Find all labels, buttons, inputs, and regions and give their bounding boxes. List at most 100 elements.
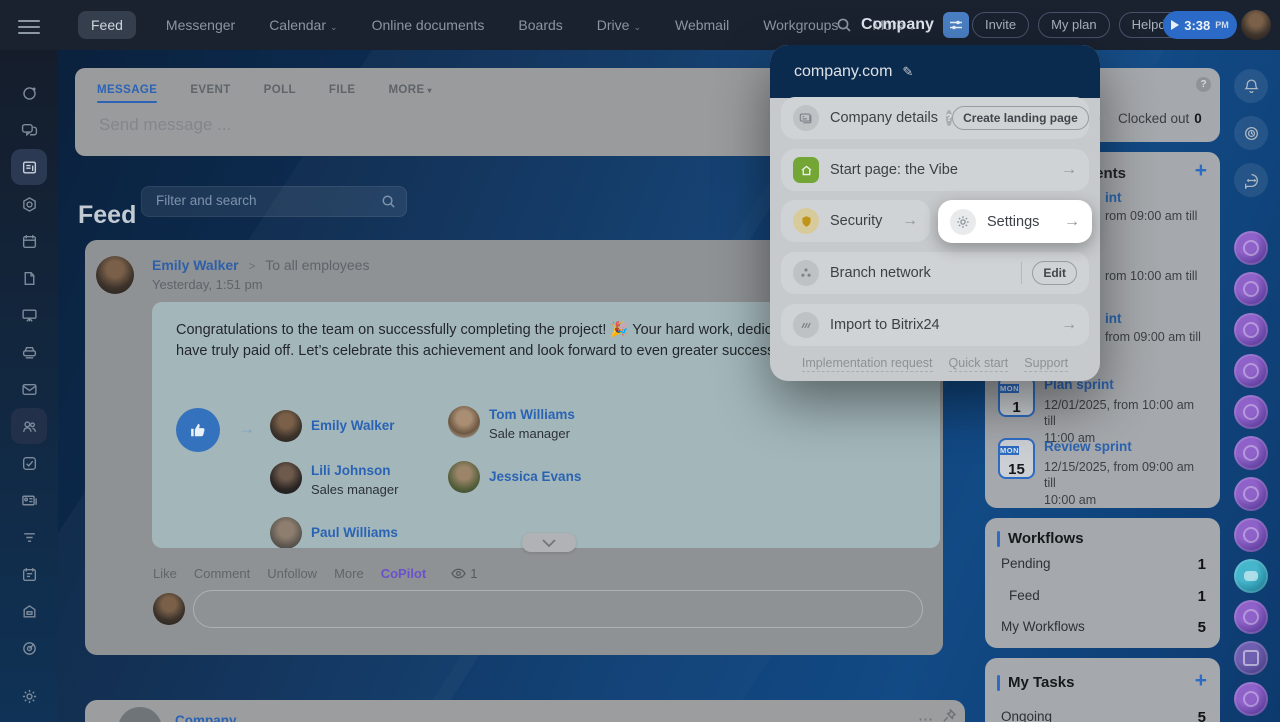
notifications-bell-icon[interactable] xyxy=(1234,69,1268,103)
add-task-button[interactable]: + xyxy=(1195,669,1207,693)
composer-tab-file[interactable]: FILE xyxy=(329,84,356,103)
sidebar-item-tasks[interactable] xyxy=(11,445,47,481)
more-options-icon[interactable]: ⋯ xyxy=(918,710,934,722)
liker-name[interactable]: Tom Williams xyxy=(489,407,575,422)
next-feed-post[interactable]: Company ⋯ xyxy=(85,700,965,722)
copilot-orb-icon[interactable] xyxy=(1234,518,1268,552)
search-query-text[interactable]: Company xyxy=(861,16,934,34)
copilot-orb-icon[interactable] xyxy=(1234,682,1268,716)
composer-tab-poll[interactable]: POLL xyxy=(264,84,296,103)
search-filter-button[interactable] xyxy=(943,12,969,38)
quick-start-link[interactable]: Quick start xyxy=(949,356,1009,372)
pin-icon[interactable] xyxy=(943,709,956,722)
event-item[interactable]: MON 15 Review sprint 12/15/2025, from 09… xyxy=(998,438,1204,508)
sidebar-item-boards[interactable] xyxy=(11,297,47,333)
time-tracker-button[interactable]: 3:38 PM xyxy=(1163,11,1237,39)
hamburger-menu-icon[interactable] xyxy=(18,16,40,32)
liker-name[interactable]: Emily Walker xyxy=(311,418,395,433)
post-author-link[interactable]: Company xyxy=(175,713,237,722)
sidebar-item-sales-funnel[interactable] xyxy=(11,519,47,555)
liker-item[interactable]: Tom Williams Sale manager xyxy=(448,406,581,441)
menu-item-settings[interactable]: Settings → xyxy=(938,200,1092,243)
add-event-button[interactable]: + xyxy=(1195,159,1207,183)
workflow-row[interactable]: Feed1 xyxy=(1009,588,1206,605)
event-title[interactable]: Review sprint xyxy=(1044,439,1132,454)
task-row[interactable]: Ongoing5 xyxy=(1001,709,1206,722)
liker-item[interactable]: Paul Williams xyxy=(270,517,398,548)
global-search[interactable]: Company xyxy=(836,0,969,50)
nav-item-webmail[interactable]: Webmail xyxy=(671,11,733,39)
sidebar-item-workgroups[interactable] xyxy=(11,408,47,444)
create-landing-page-button[interactable]: Create landing page xyxy=(952,106,1089,130)
nav-item-messenger[interactable]: Messenger xyxy=(162,11,239,39)
sidebar-item-planner[interactable] xyxy=(11,556,47,592)
chat-sync-icon[interactable] xyxy=(1234,163,1268,197)
composer-tab-message[interactable]: MESSAGE xyxy=(97,84,157,103)
nav-item-workgroups[interactable]: Workgroups xyxy=(759,11,842,39)
copilot-orb-icon[interactable] xyxy=(1234,600,1268,634)
feed-filter-box[interactable] xyxy=(141,186,407,217)
nav-item-feed[interactable]: Feed xyxy=(78,11,136,39)
chat-orb-icon[interactable] xyxy=(1234,559,1268,593)
copilot-orb-icon[interactable] xyxy=(1234,272,1268,306)
sidebar-item-storage[interactable] xyxy=(11,593,47,629)
copilot-orb-icon[interactable] xyxy=(1234,354,1268,388)
liker-name[interactable]: Paul Williams xyxy=(311,525,398,540)
liker-name[interactable]: Jessica Evans xyxy=(489,469,581,484)
edit-button[interactable]: Edit xyxy=(1032,261,1077,285)
invite-button[interactable]: Invite xyxy=(972,12,1029,38)
post-audience[interactable]: To all employees xyxy=(265,257,369,273)
copilot-orb-icon[interactable] xyxy=(1234,395,1268,429)
menu-item-company-details[interactable]: Company details ? Create landing page ⋯ xyxy=(781,97,1089,139)
unfollow-action[interactable]: Unfollow xyxy=(267,566,317,581)
send-message-input[interactable] xyxy=(97,114,601,136)
author-avatar[interactable] xyxy=(96,256,134,294)
sidebar-item-goals[interactable] xyxy=(11,630,47,666)
liker-item[interactable]: Lili Johnson Sales manager xyxy=(270,462,398,497)
add-comment-input[interactable] xyxy=(211,599,895,617)
nav-item-drive[interactable]: Drive⌄ xyxy=(593,11,645,39)
sidebar-item-settings[interactable] xyxy=(11,678,47,714)
comment-action[interactable]: Comment xyxy=(194,566,250,581)
like-reaction-icon[interactable] xyxy=(176,408,220,452)
liker-item[interactable]: Jessica Evans xyxy=(448,461,581,493)
time-tracker-icon[interactable] xyxy=(1234,116,1268,150)
workflow-row[interactable]: Pending1 xyxy=(1001,556,1206,573)
sidebar-item-feed[interactable] xyxy=(11,149,47,185)
workflow-row[interactable]: My Workflows5 xyxy=(1001,619,1206,636)
event-title-fragment[interactable]: int xyxy=(1105,311,1122,326)
like-action[interactable]: Like xyxy=(153,566,177,581)
copilot-orb-icon[interactable] xyxy=(1234,313,1268,347)
sidebar-item-drive[interactable] xyxy=(11,334,47,370)
sidebar-item-copilot[interactable] xyxy=(11,75,47,111)
copilot-orb-icon[interactable] xyxy=(1234,477,1268,511)
post-author-link[interactable]: Emily Walker xyxy=(152,257,239,273)
comment-input-box[interactable] xyxy=(193,590,923,628)
sidebar-item-crm[interactable] xyxy=(11,482,47,518)
more-action[interactable]: More xyxy=(334,566,364,581)
copilot-action[interactable]: CoPilot xyxy=(381,566,427,581)
my-plan-button[interactable]: My plan xyxy=(1038,12,1110,38)
composer-tab-event[interactable]: EVENT xyxy=(190,84,230,103)
help-icon[interactable]: ? xyxy=(1196,77,1211,92)
nav-item-calendar[interactable]: Calendar⌄ xyxy=(265,11,341,39)
menu-item-security[interactable]: Security → xyxy=(781,200,930,242)
sidebar-item-documents[interactable] xyxy=(11,260,47,296)
edit-pencil-icon[interactable]: ✎ xyxy=(902,64,913,80)
menu-item-branch-network[interactable]: Branch network Edit xyxy=(781,252,1089,294)
menu-item-import[interactable]: Import to Bitrix24 → xyxy=(781,304,1089,346)
sidebar-item-calendar[interactable] xyxy=(11,223,47,259)
liker-name[interactable]: Lili Johnson xyxy=(311,463,391,478)
nav-item-boards[interactable]: Boards xyxy=(514,11,566,39)
copilot-orb-icon[interactable] xyxy=(1234,231,1268,265)
composer-tab-more[interactable]: MORE▾ xyxy=(388,84,432,103)
nav-item-online-documents[interactable]: Online documents xyxy=(368,11,489,39)
expand-post-button[interactable] xyxy=(522,533,576,552)
liker-item[interactable]: Emily Walker xyxy=(270,410,398,442)
implementation-request-link[interactable]: Implementation request xyxy=(802,356,933,372)
menu-item-start-page[interactable]: Start page: the Vibe → xyxy=(781,149,1089,191)
sidebar-item-chats[interactable] xyxy=(11,112,47,148)
more-options-icon[interactable]: ⋯ xyxy=(1098,109,1114,127)
event-item[interactable]: MON 1 Plan sprint 12/01/2025, from 10:00… xyxy=(998,376,1204,446)
sidebar-item-mail[interactable] xyxy=(11,371,47,407)
